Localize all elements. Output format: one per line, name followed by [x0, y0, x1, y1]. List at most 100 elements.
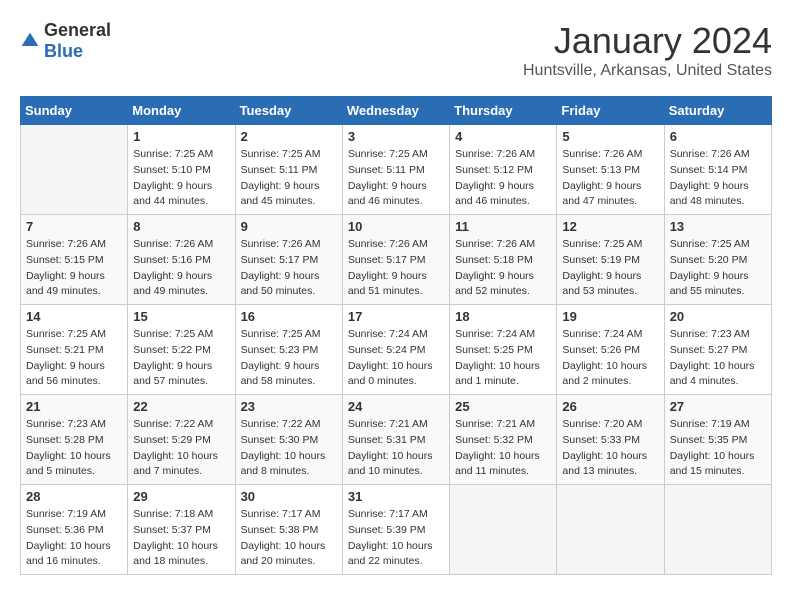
calendar-cell: 13 Sunrise: 7:25 AM Sunset: 5:20 PM Dayli… [664, 215, 771, 305]
day-number: 18 [455, 309, 551, 324]
calendar-cell: 17 Sunrise: 7:24 AM Sunset: 5:24 PM Dayli… [342, 305, 449, 395]
day-info: Sunrise: 7:23 AM Sunset: 5:28 PM Dayligh… [26, 417, 122, 480]
day-number: 22 [133, 399, 229, 414]
day-info: Sunrise: 7:22 AM Sunset: 5:30 PM Dayligh… [241, 417, 337, 480]
day-number: 8 [133, 219, 229, 234]
day-info: Sunrise: 7:25 AM Sunset: 5:23 PM Dayligh… [241, 327, 337, 390]
calendar-cell: 1Sunrise: 7:25 AM Sunset: 5:10 PM Daylig… [128, 125, 235, 215]
calendar-cell: 15Sunrise: 7:25 AM Sunset: 5:22 PM Dayli… [128, 305, 235, 395]
day-info: Sunrise: 7:26 AM Sunset: 5:17 PM Dayligh… [241, 237, 337, 300]
day-header-saturday: Saturday [664, 97, 771, 125]
page-header: General Blue January 2024 Huntsville, Ar… [20, 20, 772, 80]
day-number: 24 [348, 399, 444, 414]
calendar-cell: 26 Sunrise: 7:20 AM Sunset: 5:33 PM Dayli… [557, 395, 664, 485]
calendar-cell: 27Sunrise: 7:19 AM Sunset: 5:35 PM Dayli… [664, 395, 771, 485]
calendar-cell: 28 Sunrise: 7:19 AM Sunset: 5:36 PM Dayli… [21, 485, 128, 575]
day-number: 16 [241, 309, 337, 324]
calendar-cell: 9 Sunrise: 7:26 AM Sunset: 5:17 PM Daylig… [235, 215, 342, 305]
day-number: 2 [241, 129, 337, 144]
calendar-cell: 16 Sunrise: 7:25 AM Sunset: 5:23 PM Dayli… [235, 305, 342, 395]
calendar-cell: 4 Sunrise: 7:26 AM Sunset: 5:12 PM Daylig… [450, 125, 557, 215]
day-header-tuesday: Tuesday [235, 97, 342, 125]
day-info: Sunrise: 7:26 AM Sunset: 5:17 PM Dayligh… [348, 237, 444, 300]
calendar-cell: 21 Sunrise: 7:23 AM Sunset: 5:28 PM Dayli… [21, 395, 128, 485]
day-info: Sunrise: 7:24 AM Sunset: 5:26 PM Dayligh… [562, 327, 658, 390]
day-info: Sunrise: 7:26 AM Sunset: 5:16 PM Dayligh… [133, 237, 229, 300]
day-info: Sunrise: 7:17 AM Sunset: 5:39 PM Dayligh… [348, 507, 444, 570]
day-info: Sunrise: 7:18 AM Sunset: 5:37 PM Dayligh… [133, 507, 229, 570]
day-number: 23 [241, 399, 337, 414]
day-info: Sunrise: 7:23 AM Sunset: 5:27 PM Dayligh… [670, 327, 766, 390]
calendar-table: SundayMondayTuesdayWednesdayThursdayFrid… [20, 96, 772, 575]
day-number: 12 [562, 219, 658, 234]
calendar-cell: 14Sunrise: 7:25 AM Sunset: 5:21 PM Dayli… [21, 305, 128, 395]
calendar-week-row: 21 Sunrise: 7:23 AM Sunset: 5:28 PM Dayli… [21, 395, 772, 485]
calendar-cell: 3Sunrise: 7:25 AM Sunset: 5:11 PM Daylig… [342, 125, 449, 215]
day-info: Sunrise: 7:24 AM Sunset: 5:24 PM Dayligh… [348, 327, 444, 390]
day-info: Sunrise: 7:21 AM Sunset: 5:31 PM Dayligh… [348, 417, 444, 480]
day-info: Sunrise: 7:25 AM Sunset: 5:19 PM Dayligh… [562, 237, 658, 300]
day-number: 1 [133, 129, 229, 144]
day-number: 6 [670, 129, 766, 144]
calendar-cell: 7Sunrise: 7:26 AM Sunset: 5:15 PM Daylig… [21, 215, 128, 305]
calendar-cell: 5 Sunrise: 7:26 AM Sunset: 5:13 PM Daylig… [557, 125, 664, 215]
day-number: 28 [26, 489, 122, 504]
calendar-cell: 18 Sunrise: 7:24 AM Sunset: 5:25 PM Dayli… [450, 305, 557, 395]
day-number: 17 [348, 309, 444, 324]
calendar-cell: 6 Sunrise: 7:26 AM Sunset: 5:14 PM Daylig… [664, 125, 771, 215]
day-info: Sunrise: 7:19 AM Sunset: 5:36 PM Dayligh… [26, 507, 122, 570]
calendar-cell [557, 485, 664, 575]
day-number: 19 [562, 309, 658, 324]
calendar-cell: 24 Sunrise: 7:21 AM Sunset: 5:31 PM Dayli… [342, 395, 449, 485]
day-number: 9 [241, 219, 337, 234]
day-info: Sunrise: 7:26 AM Sunset: 5:14 PM Dayligh… [670, 147, 766, 210]
day-info: Sunrise: 7:17 AM Sunset: 5:38 PM Dayligh… [241, 507, 337, 570]
day-number: 25 [455, 399, 551, 414]
day-number: 13 [670, 219, 766, 234]
title-section: January 2024 Huntsville, Arkansas, Unite… [523, 20, 772, 80]
day-number: 7 [26, 219, 122, 234]
day-info: Sunrise: 7:25 AM Sunset: 5:21 PM Dayligh… [26, 327, 122, 390]
day-header-wednesday: Wednesday [342, 97, 449, 125]
logo-text-general: General [44, 20, 111, 40]
calendar-cell: 11Sunrise: 7:26 AM Sunset: 5:18 PM Dayli… [450, 215, 557, 305]
day-info: Sunrise: 7:25 AM Sunset: 5:22 PM Dayligh… [133, 327, 229, 390]
logo-icon [20, 31, 40, 51]
day-info: Sunrise: 7:20 AM Sunset: 5:33 PM Dayligh… [562, 417, 658, 480]
day-number: 31 [348, 489, 444, 504]
calendar-cell: 22 Sunrise: 7:22 AM Sunset: 5:29 PM Dayli… [128, 395, 235, 485]
day-number: 4 [455, 129, 551, 144]
calendar-body: 1Sunrise: 7:25 AM Sunset: 5:10 PM Daylig… [21, 125, 772, 575]
day-info: Sunrise: 7:21 AM Sunset: 5:32 PM Dayligh… [455, 417, 551, 480]
calendar-cell: 10Sunrise: 7:26 AM Sunset: 5:17 PM Dayli… [342, 215, 449, 305]
calendar-cell: 8 Sunrise: 7:26 AM Sunset: 5:16 PM Daylig… [128, 215, 235, 305]
calendar-week-row: 1Sunrise: 7:25 AM Sunset: 5:10 PM Daylig… [21, 125, 772, 215]
day-info: Sunrise: 7:25 AM Sunset: 5:11 PM Dayligh… [348, 147, 444, 210]
day-info: Sunrise: 7:26 AM Sunset: 5:12 PM Dayligh… [455, 147, 551, 210]
day-info: Sunrise: 7:24 AM Sunset: 5:25 PM Dayligh… [455, 327, 551, 390]
calendar-cell: 12 Sunrise: 7:25 AM Sunset: 5:19 PM Dayli… [557, 215, 664, 305]
day-number: 21 [26, 399, 122, 414]
calendar-cell: 19 Sunrise: 7:24 AM Sunset: 5:26 PM Dayli… [557, 305, 664, 395]
day-info: Sunrise: 7:19 AM Sunset: 5:35 PM Dayligh… [670, 417, 766, 480]
calendar-cell: 31 Sunrise: 7:17 AM Sunset: 5:39 PM Dayli… [342, 485, 449, 575]
calendar-cell: 29Sunrise: 7:18 AM Sunset: 5:37 PM Dayli… [128, 485, 235, 575]
calendar-week-row: 14Sunrise: 7:25 AM Sunset: 5:21 PM Dayli… [21, 305, 772, 395]
day-header-friday: Friday [557, 97, 664, 125]
day-header-thursday: Thursday [450, 97, 557, 125]
calendar-cell: 23 Sunrise: 7:22 AM Sunset: 5:30 PM Dayli… [235, 395, 342, 485]
calendar-week-row: 7Sunrise: 7:26 AM Sunset: 5:15 PM Daylig… [21, 215, 772, 305]
calendar-week-row: 28 Sunrise: 7:19 AM Sunset: 5:36 PM Dayli… [21, 485, 772, 575]
day-info: Sunrise: 7:25 AM Sunset: 5:20 PM Dayligh… [670, 237, 766, 300]
day-info: Sunrise: 7:26 AM Sunset: 5:13 PM Dayligh… [562, 147, 658, 210]
day-number: 26 [562, 399, 658, 414]
day-info: Sunrise: 7:22 AM Sunset: 5:29 PM Dayligh… [133, 417, 229, 480]
calendar-cell [664, 485, 771, 575]
day-number: 20 [670, 309, 766, 324]
calendar-cell: 25 Sunrise: 7:21 AM Sunset: 5:32 PM Dayli… [450, 395, 557, 485]
day-number: 5 [562, 129, 658, 144]
day-info: Sunrise: 7:25 AM Sunset: 5:11 PM Dayligh… [241, 147, 337, 210]
day-header-monday: Monday [128, 97, 235, 125]
day-header-sunday: Sunday [21, 97, 128, 125]
calendar-cell [450, 485, 557, 575]
